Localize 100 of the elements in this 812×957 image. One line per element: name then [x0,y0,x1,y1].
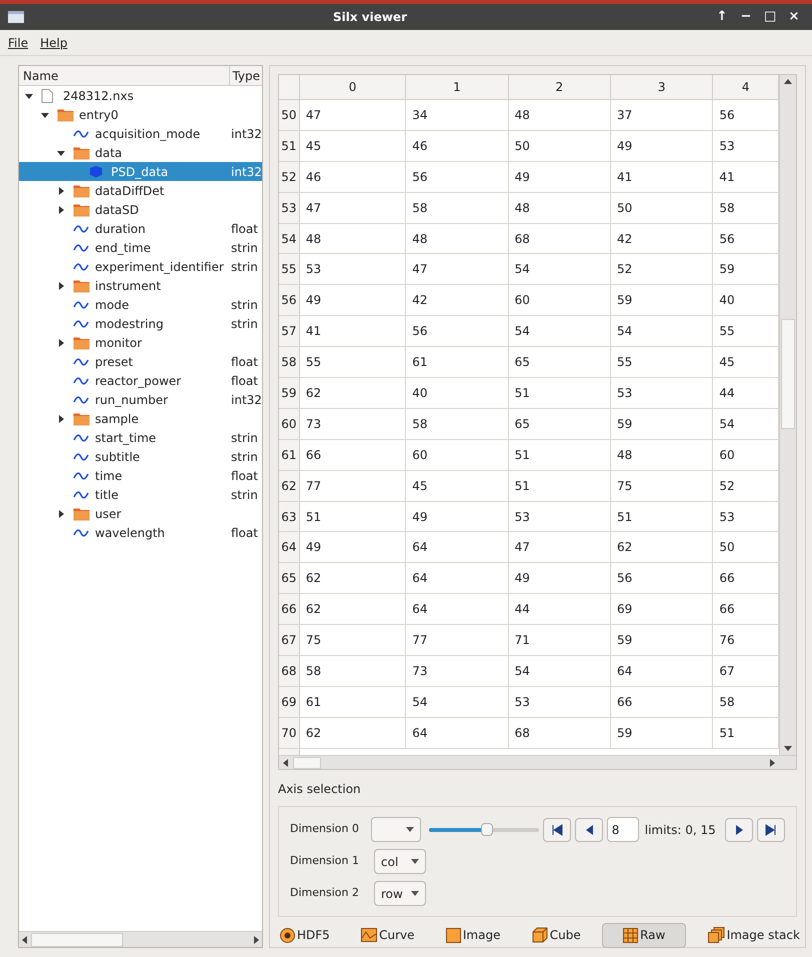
row-header[interactable]: 54 [279,224,300,254]
row-header[interactable]: 59 [279,378,300,408]
tree-row[interactable]: preset float [19,352,262,371]
view-button[interactable]: Raw [602,922,686,948]
tree-row[interactable]: monitor [19,333,262,352]
column-header[interactable]: 1 [406,75,509,99]
previous-button[interactable] [574,818,603,842]
view-button[interactable]: Image [436,922,510,948]
tree-row[interactable]: data [19,143,262,162]
window-control[interactable]: × [788,7,800,27]
horizontal-scrollbar[interactable] [279,755,796,769]
row-header[interactable]: 53 [279,192,300,223]
table-cell: 54 [508,316,611,346]
slider[interactable] [428,822,540,836]
tree-row[interactable]: reactor_power float [19,371,262,390]
dropdown[interactable]: row [374,881,426,906]
view-button[interactable]: HDF5 [270,922,340,948]
tree-item-label: PSD_data [111,164,168,180]
row-header[interactable]: 55 [279,254,300,284]
table-cell: 42 [406,285,509,316]
table-cell: 54 [406,686,509,717]
window-control[interactable]: ↑ [716,7,728,27]
view-button[interactable]: Curve [351,922,425,948]
row-header[interactable]: 60 [279,408,300,439]
window-control[interactable]: □ [764,7,776,27]
table-cell: 59 [610,408,714,439]
tree-row[interactable]: experiment_identifier strin [19,257,262,276]
expand-arrow-icon[interactable] [57,414,65,422]
dropdown[interactable]: col [374,849,426,874]
expand-arrow-icon[interactable] [57,282,65,290]
tree-row[interactable]: 248312.nxs [19,86,262,105]
tree-row[interactable]: wavelength float [19,523,262,542]
type-label: float [231,354,258,370]
menu-item[interactable]: Help [40,34,68,52]
row-header[interactable]: 61 [279,440,300,470]
collapse-arrow-icon[interactable] [25,92,33,100]
collapse-arrow-icon[interactable] [57,148,65,156]
tree-row[interactable]: user [19,504,262,523]
collapse-arrow-icon[interactable] [41,110,49,118]
tree-row[interactable]: acquisition_mode int32 [19,124,262,143]
tree-item-label: acquisition_mode [95,126,200,142]
view-button[interactable]: Image stack [698,922,810,948]
row-header[interactable]: 51 [279,130,300,161]
tree-row[interactable]: dataDiffDet [19,181,262,200]
scrollbar-thumb[interactable] [293,756,321,768]
table-cell: 64 [406,718,509,748]
index-field[interactable]: 8 [606,817,639,842]
row-header[interactable]: 56 [279,285,300,316]
tree-row[interactable]: modestring strin [19,314,262,333]
table-cell: 61 [300,686,406,717]
window-control[interactable]: − [740,7,752,27]
row-header[interactable]: 70 [279,718,300,748]
table-cell: 54 [610,316,714,346]
tree-row[interactable]: run_number int32 [19,390,262,409]
tree-row[interactable]: PSD_data int32 [19,162,262,181]
tree-row[interactable]: mode strin [19,295,262,314]
column-header[interactable]: Type [230,66,262,84]
table-cell: 77 [300,470,406,501]
next-button[interactable] [725,818,754,842]
tree-row[interactable]: title strin [19,485,262,504]
expand-arrow-icon[interactable] [57,510,65,518]
tree-row[interactable]: entry0 [19,105,262,124]
column-header[interactable]: Name [19,66,230,85]
tree-row[interactable]: sample [19,409,262,428]
row-header[interactable]: 64 [279,532,300,562]
tree-row[interactable]: time float [19,466,262,485]
row-header[interactable]: 50 [279,100,300,130]
view-button[interactable]: Cube [522,922,591,948]
row-header[interactable]: 52 [279,162,300,192]
horizontal-scrollbar[interactable] [19,931,262,947]
tree-row[interactable]: start_time strin [19,428,262,447]
column-header[interactable]: 0 [300,75,406,99]
last-button[interactable] [757,818,785,842]
row-header[interactable]: 62 [279,470,300,501]
tree-row[interactable]: instrument [19,276,262,295]
row-header[interactable]: 66 [279,594,300,624]
tree-row[interactable]: end_time strin [19,238,262,257]
expand-arrow-icon[interactable] [57,338,65,346]
slider-handle[interactable] [481,823,494,836]
row-header[interactable]: 58 [279,347,300,378]
first-button[interactable] [543,818,571,842]
column-header[interactable]: 2 [508,75,612,99]
menu-item[interactable]: File [8,34,28,52]
row-header[interactable]: 68 [279,656,300,686]
scrollbar-thumb[interactable] [31,932,123,946]
row-header[interactable]: 57 [279,316,300,346]
row-header[interactable]: 63 [279,502,300,532]
table-cell: 41 [300,316,406,346]
vertical-scrollbar[interactable] [779,75,796,755]
type-label: strin [231,448,258,466]
tree-row[interactable]: dataSD [19,200,262,219]
tree-row[interactable]: subtitle strin [19,447,262,466]
row-header[interactable]: 69 [279,686,300,717]
expand-arrow-icon[interactable] [57,206,65,214]
scrollbar-thumb[interactable] [781,319,795,429]
row-header[interactable]: 65 [279,563,300,594]
expand-arrow-icon[interactable] [57,186,65,194]
tree-row[interactable]: duration float [19,219,262,238]
row-header[interactable]: 67 [279,625,300,656]
column-header[interactable]: 3 [611,75,714,99]
